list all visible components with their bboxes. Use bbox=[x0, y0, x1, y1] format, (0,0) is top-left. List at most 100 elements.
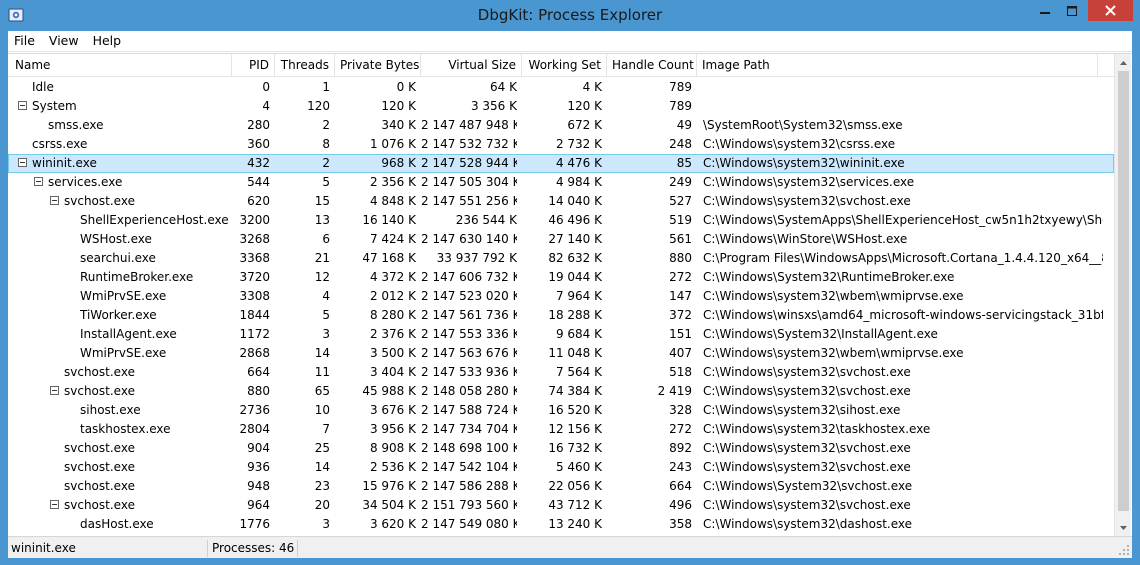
table-row[interactable]: services.exe 544 5 2 356 K 2 147 505 304 K 4 … bbox=[8, 173, 1114, 192]
cell-name: dasHost.exe bbox=[80, 517, 154, 531]
cell-private-bytes: 7 424 K bbox=[369, 232, 416, 246]
vertical-scrollbar[interactable] bbox=[1114, 54, 1131, 536]
table-row[interactable]: smss.exe 280 2 340 K 2 147 487 948 K 672 K 49 \… bbox=[8, 116, 1114, 135]
cell-name: svchost.exe bbox=[64, 194, 135, 208]
collapse-toggle-icon[interactable] bbox=[18, 101, 27, 110]
cell-name: RuntimeBroker.exe bbox=[80, 270, 194, 284]
cell-name: taskhostex.exe bbox=[80, 422, 171, 436]
cell-working-set: 11 048 K bbox=[548, 346, 602, 360]
table-row[interactable]: dasHost.exe 1776 3 3 620 K 2 147 549 080 K 13… bbox=[8, 515, 1114, 534]
scroll-down-icon bbox=[1120, 525, 1127, 530]
minimize-icon bbox=[1040, 11, 1050, 14]
collapse-toggle-icon[interactable] bbox=[50, 500, 59, 509]
table-row[interactable]: WmiPrvSE.exe 2868 14 3 500 K 2 147 563 676 K… bbox=[8, 344, 1114, 363]
cell-threads: 120 bbox=[307, 99, 330, 113]
cell-pid: 904 bbox=[247, 441, 270, 455]
table-row[interactable]: RuntimeBroker.exe 3720 12 4 372 K 2 147 606 … bbox=[8, 268, 1114, 287]
cell-threads: 6 bbox=[322, 232, 330, 246]
cell-private-bytes: 3 500 K bbox=[369, 346, 416, 360]
cell-name: services.exe bbox=[48, 175, 123, 189]
table-row[interactable]: svchost.exe 904 25 8 908 K 2 148 698 100 K 16… bbox=[8, 439, 1114, 458]
cell-virtual-size: 64 K bbox=[490, 80, 517, 94]
scrollbar-thumb[interactable] bbox=[1118, 71, 1129, 511]
menu-help[interactable]: Help bbox=[86, 31, 129, 52]
minimize-button[interactable] bbox=[1032, 0, 1058, 21]
cell-virtual-size: 2 148 058 280 K bbox=[421, 384, 517, 398]
column-header-working-set[interactable]: Working Set bbox=[522, 54, 607, 77]
close-button[interactable] bbox=[1088, 0, 1133, 21]
cell-threads: 14 bbox=[314, 460, 330, 474]
cell-private-bytes: 3 620 K bbox=[369, 517, 416, 531]
resize-grip-icon[interactable] bbox=[1118, 544, 1130, 556]
cell-virtual-size: 2 147 563 676 K bbox=[421, 346, 517, 360]
column-header-pid[interactable]: PID bbox=[232, 54, 275, 77]
cell-name: ShellExperienceHost.exe bbox=[80, 213, 228, 227]
cell-image-path: C:\Windows\System32\InstallAgent.exe bbox=[703, 327, 938, 341]
column-header-virtual-size[interactable]: Virtual Size bbox=[421, 54, 522, 77]
collapse-toggle-icon[interactable] bbox=[18, 158, 27, 167]
menu-view[interactable]: View bbox=[42, 31, 86, 52]
table-row[interactable]: taskhostex.exe 2804 7 3 956 K 2 147 734 704 … bbox=[8, 420, 1114, 439]
table-row[interactable]: searchui.exe 3368 21 47 168 K 33 937 792 K 82… bbox=[8, 249, 1114, 268]
cell-threads: 14 bbox=[314, 346, 330, 360]
cell-handle-count: 664 bbox=[669, 479, 692, 493]
table-row[interactable]: svchost.exe 664 11 3 404 K 2 147 533 936 K 7 … bbox=[8, 363, 1114, 382]
cell-image-path: C:\Windows\system32\svchost.exe bbox=[703, 365, 911, 379]
cell-image-path: C:\Windows\system32\svchost.exe bbox=[703, 384, 911, 398]
cell-image-path: C:\Windows\system32\svchost.exe bbox=[703, 441, 911, 455]
cell-image-path bbox=[703, 97, 1103, 116]
table-row[interactable]: svchost.exe 964 20 34 504 K 2 151 793 560 K 4… bbox=[8, 496, 1114, 515]
maximize-button[interactable] bbox=[1059, 0, 1085, 21]
cell-name: searchui.exe bbox=[80, 251, 156, 265]
cell-image-path: C:\Windows\System32\RuntimeBroker.exe bbox=[703, 270, 955, 284]
cell-private-bytes: 340 K bbox=[381, 118, 416, 132]
cell-handle-count: 358 bbox=[669, 517, 692, 531]
cell-virtual-size: 2 148 698 100 K bbox=[421, 441, 517, 455]
scroll-down-button[interactable] bbox=[1115, 519, 1132, 536]
collapse-toggle-icon[interactable] bbox=[50, 386, 59, 395]
cell-handle-count: 272 bbox=[669, 422, 692, 436]
cell-name: Idle bbox=[32, 80, 54, 94]
column-header-image-path[interactable]: Image Path bbox=[697, 54, 1098, 77]
column-header-threads[interactable]: Threads bbox=[275, 54, 335, 77]
cell-virtual-size: 2 147 533 936 K bbox=[421, 365, 517, 379]
column-header-private-bytes[interactable]: Private Bytes bbox=[335, 54, 421, 77]
cell-virtual-size: 2 147 588 724 K bbox=[421, 403, 517, 417]
table-row[interactable]: InstallAgent.exe 1172 3 2 376 K 2 147 553 33… bbox=[8, 325, 1114, 344]
cell-private-bytes: 4 372 K bbox=[369, 270, 416, 284]
cell-virtual-size: 2 147 523 020 K bbox=[421, 289, 517, 303]
table-row[interactable]: csrss.exe 360 8 1 076 K 2 147 532 732 K 2 732… bbox=[8, 135, 1114, 154]
table-row[interactable]: WSHost.exe 3268 6 7 424 K 2 147 630 140 K 27 … bbox=[8, 230, 1114, 249]
cell-virtual-size: 236 544 K bbox=[455, 213, 517, 227]
title-bar[interactable]: DbgKit: Process Explorer bbox=[0, 0, 1140, 31]
app-window: DbgKit: Process Explorer File View Help … bbox=[0, 0, 1140, 565]
cell-private-bytes: 2 376 K bbox=[369, 327, 416, 341]
cell-threads: 3 bbox=[322, 327, 330, 341]
collapse-toggle-icon[interactable] bbox=[34, 177, 43, 186]
table-row[interactable]: svchost.exe 620 15 4 848 K 2 147 551 256 K 14… bbox=[8, 192, 1114, 211]
table-row[interactable]: Idle 0 1 0 K 64 K 4 K 789 bbox=[8, 78, 1114, 97]
collapse-toggle-icon[interactable] bbox=[50, 196, 59, 205]
cell-working-set: 7 964 K bbox=[555, 289, 602, 303]
table-row[interactable]: sihost.exe 2736 10 3 676 K 2 147 588 724 K 16… bbox=[8, 401, 1114, 420]
cell-pid: 3368 bbox=[239, 251, 270, 265]
table-row[interactable]: wininit.exe 432 2 968 K 2 147 528 944 K 4 476… bbox=[8, 154, 1114, 173]
table-row[interactable]: ShellExperienceHost.exe 3200 13 16 140 K 236… bbox=[8, 211, 1114, 230]
table-row[interactable]: TiWorker.exe 1844 5 8 280 K 2 147 561 736 K 1… bbox=[8, 306, 1114, 325]
scroll-up-button[interactable] bbox=[1115, 54, 1132, 71]
table-row[interactable]: svchost.exe 948 23 15 976 K 2 147 586 288 K 2… bbox=[8, 477, 1114, 496]
cell-virtual-size: 2 147 542 104 K bbox=[421, 460, 517, 474]
table-row[interactable]: svchost.exe 936 14 2 536 K 2 147 542 104 K 5 … bbox=[8, 458, 1114, 477]
menu-file[interactable]: File bbox=[8, 31, 42, 52]
column-header-name[interactable]: Name bbox=[8, 54, 232, 77]
table-row[interactable]: System 4 120 120 K 3 356 K 120 K 789 bbox=[8, 97, 1114, 116]
cell-handle-count: 272 bbox=[669, 270, 692, 284]
status-process-count: Processes: 46 bbox=[210, 540, 298, 557]
table-row[interactable]: svchost.exe 880 65 45 988 K 2 148 058 280 K 7… bbox=[8, 382, 1114, 401]
cell-handle-count: 147 bbox=[669, 289, 692, 303]
process-tree-list[interactable]: Name PID Threads Private Bytes Virtual S… bbox=[8, 53, 1132, 536]
cell-handle-count: 519 bbox=[669, 213, 692, 227]
cell-working-set: 19 044 K bbox=[548, 270, 602, 284]
table-row[interactable]: WmiPrvSE.exe 3308 4 2 012 K 2 147 523 020 K 7… bbox=[8, 287, 1114, 306]
column-header-handle-count[interactable]: Handle Count bbox=[607, 54, 697, 77]
